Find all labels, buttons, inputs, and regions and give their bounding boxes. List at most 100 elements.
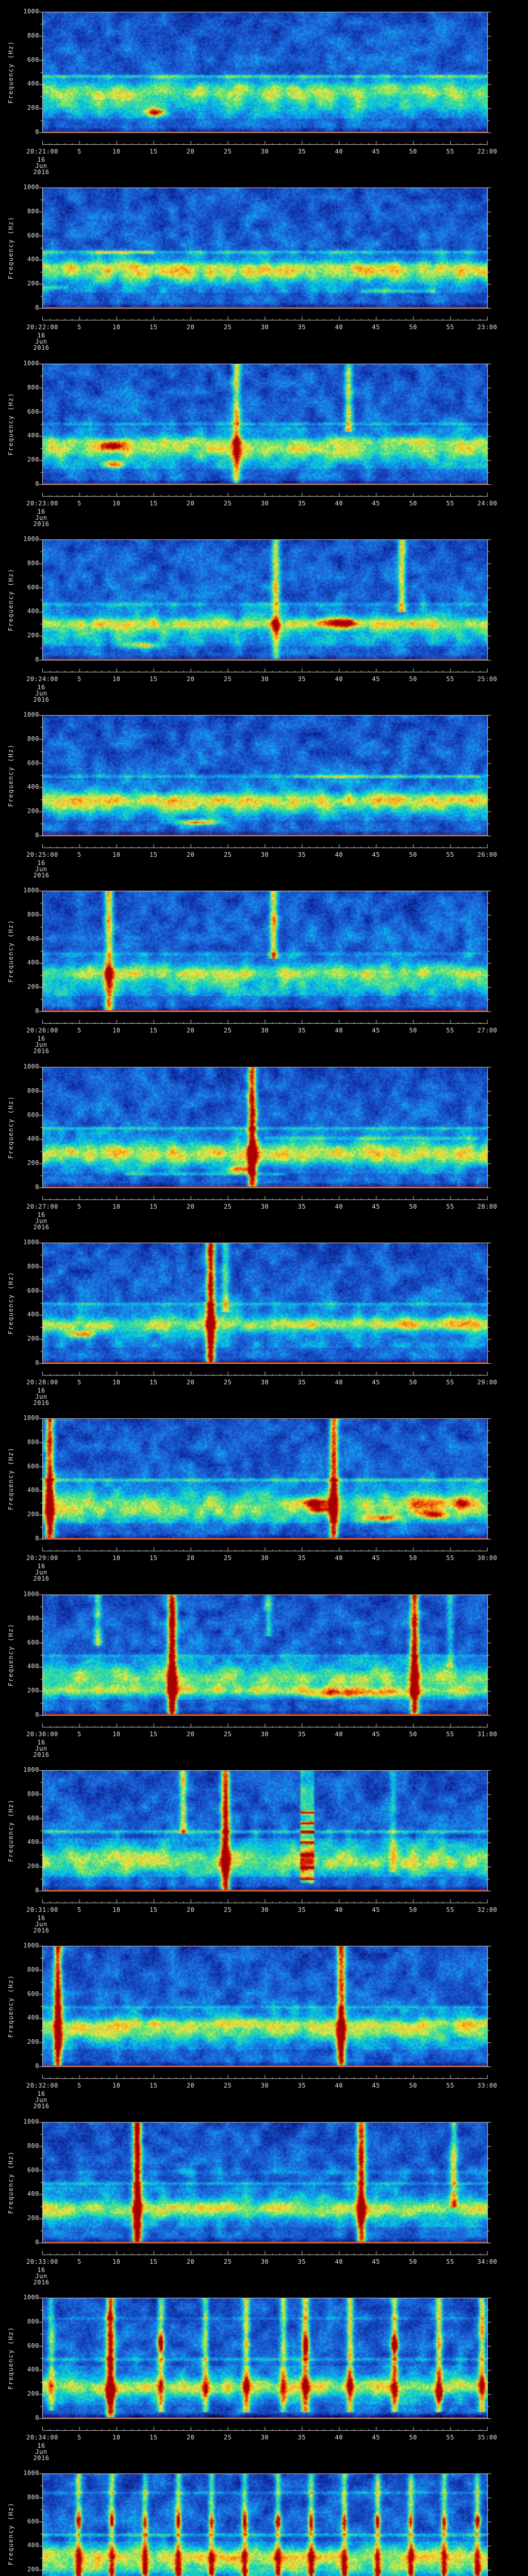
x-tick-label: 40 — [335, 1731, 343, 1738]
y-axis-title: Frequency (Hz) — [7, 40, 14, 104]
y-tick-label-800: 800 — [27, 1790, 39, 1798]
y-tick-label-600: 600 — [27, 2342, 39, 2349]
y-tick-label-400: 400 — [27, 1135, 39, 1143]
x-tick-label: 45 — [372, 1554, 380, 1562]
y-tick-label-1000: 1000 — [23, 360, 39, 367]
y-tick-label-400: 400 — [27, 1486, 39, 1494]
x-tick-label: 20 — [186, 500, 195, 507]
x-tick-label: 10 — [112, 1203, 121, 1210]
x-start-time-label: 20:28:00 — [26, 1379, 58, 1386]
x-tick-label: 55 — [446, 1027, 454, 1034]
x-tick-label: 30 — [260, 2258, 269, 2265]
y-tick-label-0: 0 — [35, 2414, 39, 2421]
x-start-time-label: 20:34:00 — [26, 2434, 58, 2441]
y-tick-label-400: 400 — [27, 2366, 39, 2374]
x-tick-label: 55 — [446, 675, 454, 683]
y-axis-title: Frequency (Hz) — [7, 1095, 14, 1159]
y-tick-label-0: 0 — [35, 656, 39, 663]
y-tick-label-400: 400 — [27, 1311, 39, 1318]
y-tick-label-0: 0 — [35, 128, 39, 135]
x-tick-label: 10 — [112, 2082, 121, 2089]
x-tick-label: 10 — [112, 1906, 121, 1913]
x-tick-label: 30 — [260, 324, 269, 331]
x-tick-label: 40 — [335, 2082, 343, 2089]
date-line-2: 2016 — [33, 520, 50, 528]
x-tick-label: 50 — [409, 1379, 417, 1386]
x-tick-label: 55 — [446, 1203, 454, 1210]
y-tick-label-600: 600 — [27, 2166, 39, 2174]
x-tick-label: 20 — [186, 851, 195, 858]
x-tick-label: 55 — [446, 500, 454, 507]
x-end-time-label: 33:00 — [477, 2082, 498, 2089]
x-tick-label: 50 — [409, 324, 417, 331]
y-tick-label-600: 600 — [27, 1462, 39, 1470]
date-line-2: 2016 — [33, 1575, 50, 1582]
x-tick-label: 5 — [77, 148, 81, 155]
y-tick-label-800: 800 — [27, 1614, 39, 1622]
y-tick-label-200: 200 — [27, 1862, 39, 1870]
x-tick-label: 45 — [372, 1379, 380, 1386]
x-tick-label: 40 — [335, 500, 343, 507]
x-tick-label: 15 — [150, 1906, 158, 1913]
x-tick-label: 15 — [150, 1203, 158, 1210]
x-tick-label: 15 — [150, 1027, 158, 1034]
x-tick-label: 35 — [298, 2434, 306, 2441]
y-tick-label-200: 200 — [27, 807, 39, 815]
x-tick-label: 45 — [372, 1731, 380, 1738]
y-tick-label-400: 400 — [27, 256, 39, 263]
x-tick-label: 30 — [260, 1203, 269, 1210]
x-tick-label: 30 — [260, 1027, 269, 1034]
spectrogram-stack-figure: Frequency (Hz) 0 200 400 600 800 1000 20:21:00 5… — [0, 0, 528, 2576]
x-tick-label: 25 — [223, 2082, 232, 2089]
x-tick-label: 35 — [298, 851, 306, 858]
x-end-time-label: 25:00 — [477, 675, 498, 683]
x-tick-label: 50 — [409, 1554, 417, 1562]
y-tick-label-0: 0 — [35, 1183, 39, 1191]
x-tick-label: 30 — [260, 675, 269, 683]
y-tick-label-600: 600 — [27, 1638, 39, 1646]
x-tick-label: 55 — [446, 1731, 454, 1738]
x-tick-label: 5 — [77, 851, 81, 858]
x-start-time-label: 20:31:00 — [26, 1906, 58, 1913]
x-tick-label: 5 — [77, 1379, 81, 1386]
y-tick-label-400: 400 — [27, 2014, 39, 2022]
x-tick-label: 25 — [223, 675, 232, 683]
date-line-2: 2016 — [33, 2103, 50, 2110]
y-tick-label-400: 400 — [27, 2190, 39, 2198]
y-tick-label-1000: 1000 — [23, 711, 39, 718]
x-tick-label: 25 — [223, 2434, 232, 2441]
y-tick-label-1000: 1000 — [23, 1590, 39, 1598]
x-start-time-label: 20:30:00 — [26, 1731, 58, 1738]
x-tick-label: 10 — [112, 1027, 121, 1034]
x-tick-label: 5 — [77, 1203, 81, 1210]
x-tick-label: 15 — [150, 851, 158, 858]
x-tick-label: 45 — [372, 500, 380, 507]
x-tick-label: 15 — [150, 500, 158, 507]
y-tick-label-1000: 1000 — [23, 1766, 39, 1773]
x-tick-label: 15 — [150, 675, 158, 683]
x-tick-label: 25 — [223, 1731, 232, 1738]
x-tick-label: 55 — [446, 2082, 454, 2089]
x-end-time-label: 32:00 — [477, 1906, 498, 1913]
y-tick-label-200: 200 — [27, 2038, 39, 2046]
x-tick-label: 20 — [186, 1906, 195, 1913]
x-tick-label: 15 — [150, 2258, 158, 2265]
x-tick-label: 5 — [77, 1731, 81, 1738]
y-tick-label-1000: 1000 — [23, 1414, 39, 1421]
y-tick-label-1000: 1000 — [23, 183, 39, 191]
x-tick-label: 35 — [298, 148, 306, 155]
y-tick-label-800: 800 — [27, 207, 39, 215]
date-line-2: 2016 — [33, 2279, 50, 2286]
x-tick-label: 25 — [223, 851, 232, 858]
y-tick-label-1000: 1000 — [23, 1063, 39, 1070]
x-tick-label: 25 — [223, 1203, 232, 1210]
y-tick-label-600: 600 — [27, 231, 39, 239]
y-tick-label-600: 600 — [27, 1814, 39, 1822]
x-tick-label: 20 — [186, 2082, 195, 2089]
y-tick-label-400: 400 — [27, 1838, 39, 1846]
y-tick-label-0: 0 — [35, 2062, 39, 2070]
y-tick-label-0: 0 — [35, 480, 39, 487]
x-end-time-label: 29:00 — [477, 1379, 498, 1386]
y-tick-label-1000: 1000 — [23, 887, 39, 894]
x-tick-label: 50 — [409, 500, 417, 507]
